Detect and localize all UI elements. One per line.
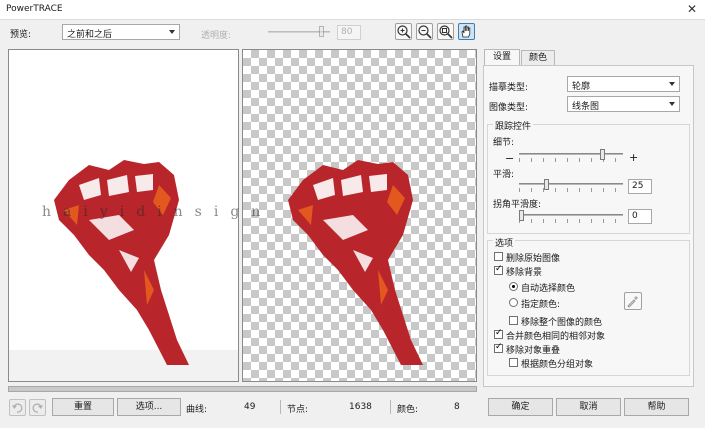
- detail-label: 细节:: [493, 138, 515, 148]
- settings-panel: 描摹类型: 轮廓 图像类型: 线条图 跟踪控件 细节: − + 平滑: 25 拐…: [483, 65, 694, 387]
- image-type-value: 线条图: [572, 102, 600, 112]
- remove-overlap-check[interactable]: [494, 342, 503, 353]
- smoothing-input[interactable]: 25: [628, 179, 652, 194]
- nodes-value: 1638: [349, 402, 372, 412]
- redo-icon: [32, 403, 43, 413]
- merge-adjacent-check[interactable]: [494, 328, 503, 339]
- preview-label: 预览:: [10, 30, 32, 40]
- zoom-in-icon: [397, 25, 411, 39]
- transparency-value: 80: [341, 27, 353, 37]
- smoothing-slider-ticks: [519, 188, 623, 192]
- smoothing-slider-thumb[interactable]: [544, 179, 549, 190]
- trace-type-value: 轮廓: [572, 82, 591, 92]
- close-icon[interactable]: ✕: [687, 2, 697, 16]
- smoothing-slider-track: [519, 183, 623, 185]
- merge-adjacent-label: 合并颜色相同的相邻对象: [506, 332, 606, 342]
- colors-value: 8: [454, 402, 460, 412]
- after-preview-pane[interactable]: [242, 49, 477, 382]
- specify-color-label: 指定颜色:: [521, 300, 561, 310]
- transparency-label: 透明度:: [201, 31, 232, 41]
- auto-select-color-radio-dot[interactable]: [509, 282, 518, 291]
- corner-slider-track: [519, 214, 623, 216]
- ok-button[interactable]: 确定: [488, 398, 553, 416]
- detail-slider[interactable]: [519, 149, 623, 163]
- corner-smoothness-slider[interactable]: [519, 210, 623, 224]
- corner-smoothness-value: 0: [632, 211, 638, 221]
- auto-select-color-label: 自动选择颜色: [521, 284, 576, 294]
- cancel-button[interactable]: 取消: [556, 398, 621, 416]
- corner-slider-thumb[interactable]: [519, 210, 524, 221]
- transparency-slider[interactable]: [268, 26, 330, 40]
- fist-original-image: [54, 160, 189, 365]
- nodes-label: 节点:: [287, 405, 309, 415]
- zoom-out-icon: [418, 25, 432, 39]
- preview-scrollbar[interactable]: [8, 386, 477, 392]
- remove-background-check[interactable]: [494, 264, 503, 275]
- status-separator: [390, 400, 391, 414]
- options-title: 选项: [493, 236, 516, 249]
- watermark-text: haiyidinsign: [42, 204, 273, 220]
- title-bar: PowerTRACE ✕: [0, 0, 705, 20]
- remove-color-entire-label: 移除整个图像的颜色: [521, 318, 603, 328]
- detail-plus-icon[interactable]: +: [629, 151, 638, 164]
- tab-settings[interactable]: 设置: [484, 49, 520, 66]
- chevron-down-icon: [169, 30, 175, 34]
- corner-smoothness-label: 拐角平滑度:: [493, 200, 542, 210]
- fist-traced-image: [288, 160, 423, 365]
- curves-value: 49: [244, 402, 256, 412]
- undo-button[interactable]: [9, 399, 26, 416]
- undo-icon: [12, 403, 23, 413]
- preview-dropdown-value: 之前和之后: [67, 30, 113, 40]
- delete-original-check[interactable]: [494, 252, 503, 261]
- window-title: PowerTRACE: [6, 4, 63, 14]
- zoom-in-button[interactable]: [395, 23, 412, 40]
- preview-dropdown[interactable]: 之前和之后: [62, 24, 180, 40]
- eyedropper-icon: [627, 296, 638, 308]
- options-button[interactable]: 选项...: [117, 398, 181, 416]
- delete-original-label: 删除原始图像: [506, 254, 561, 264]
- transparency-input[interactable]: 80: [337, 25, 361, 40]
- trace-type-label: 描摹类型:: [489, 83, 529, 93]
- curves-label: 曲线:: [186, 405, 208, 415]
- detail-minus-icon[interactable]: −: [505, 152, 514, 165]
- corner-slider-ticks: [519, 219, 623, 223]
- image-type-dropdown[interactable]: 线条图: [567, 96, 680, 112]
- detail-slider-thumb[interactable]: [600, 149, 605, 160]
- reset-button[interactable]: 重置: [52, 398, 114, 416]
- detail-slider-track: [519, 153, 623, 155]
- colors-label: 颜色:: [397, 405, 419, 415]
- trace-type-dropdown[interactable]: 轮廓: [567, 76, 680, 92]
- group-by-color-label: 根据颜色分组对象: [521, 360, 594, 370]
- remove-background-label: 移除背景: [506, 268, 543, 278]
- corner-smoothness-input[interactable]: 0: [628, 209, 652, 224]
- help-button[interactable]: 帮助: [624, 398, 689, 416]
- chevron-down-icon: [669, 102, 675, 106]
- zoom-out-button[interactable]: [416, 23, 433, 40]
- status-separator: [280, 400, 281, 414]
- smoothing-label: 平滑:: [493, 170, 515, 180]
- smoothing-slider[interactable]: [519, 179, 623, 193]
- group-by-color-check[interactable]: [509, 358, 518, 367]
- specify-color-radio-dot[interactable]: [509, 298, 518, 307]
- smoothing-value: 25: [632, 181, 644, 191]
- remove-overlap-label: 移除对象重叠: [506, 346, 561, 356]
- zoom-fit-button[interactable]: [437, 23, 454, 40]
- image-type-label: 图像类型:: [489, 103, 529, 113]
- eyedropper-button[interactable]: [624, 292, 642, 310]
- detail-slider-ticks: [519, 158, 623, 162]
- zoom-fit-icon: [439, 25, 453, 39]
- redo-button[interactable]: [29, 399, 46, 416]
- pan-hand-icon: [461, 25, 471, 38]
- transparency-slider-thumb[interactable]: [319, 26, 324, 37]
- tab-colors[interactable]: 颜色: [521, 50, 555, 66]
- pan-button[interactable]: [458, 23, 475, 40]
- remove-color-entire-check[interactable]: [509, 316, 518, 325]
- trace-controls-title: 跟踪控件: [493, 119, 534, 132]
- chevron-down-icon: [669, 82, 675, 86]
